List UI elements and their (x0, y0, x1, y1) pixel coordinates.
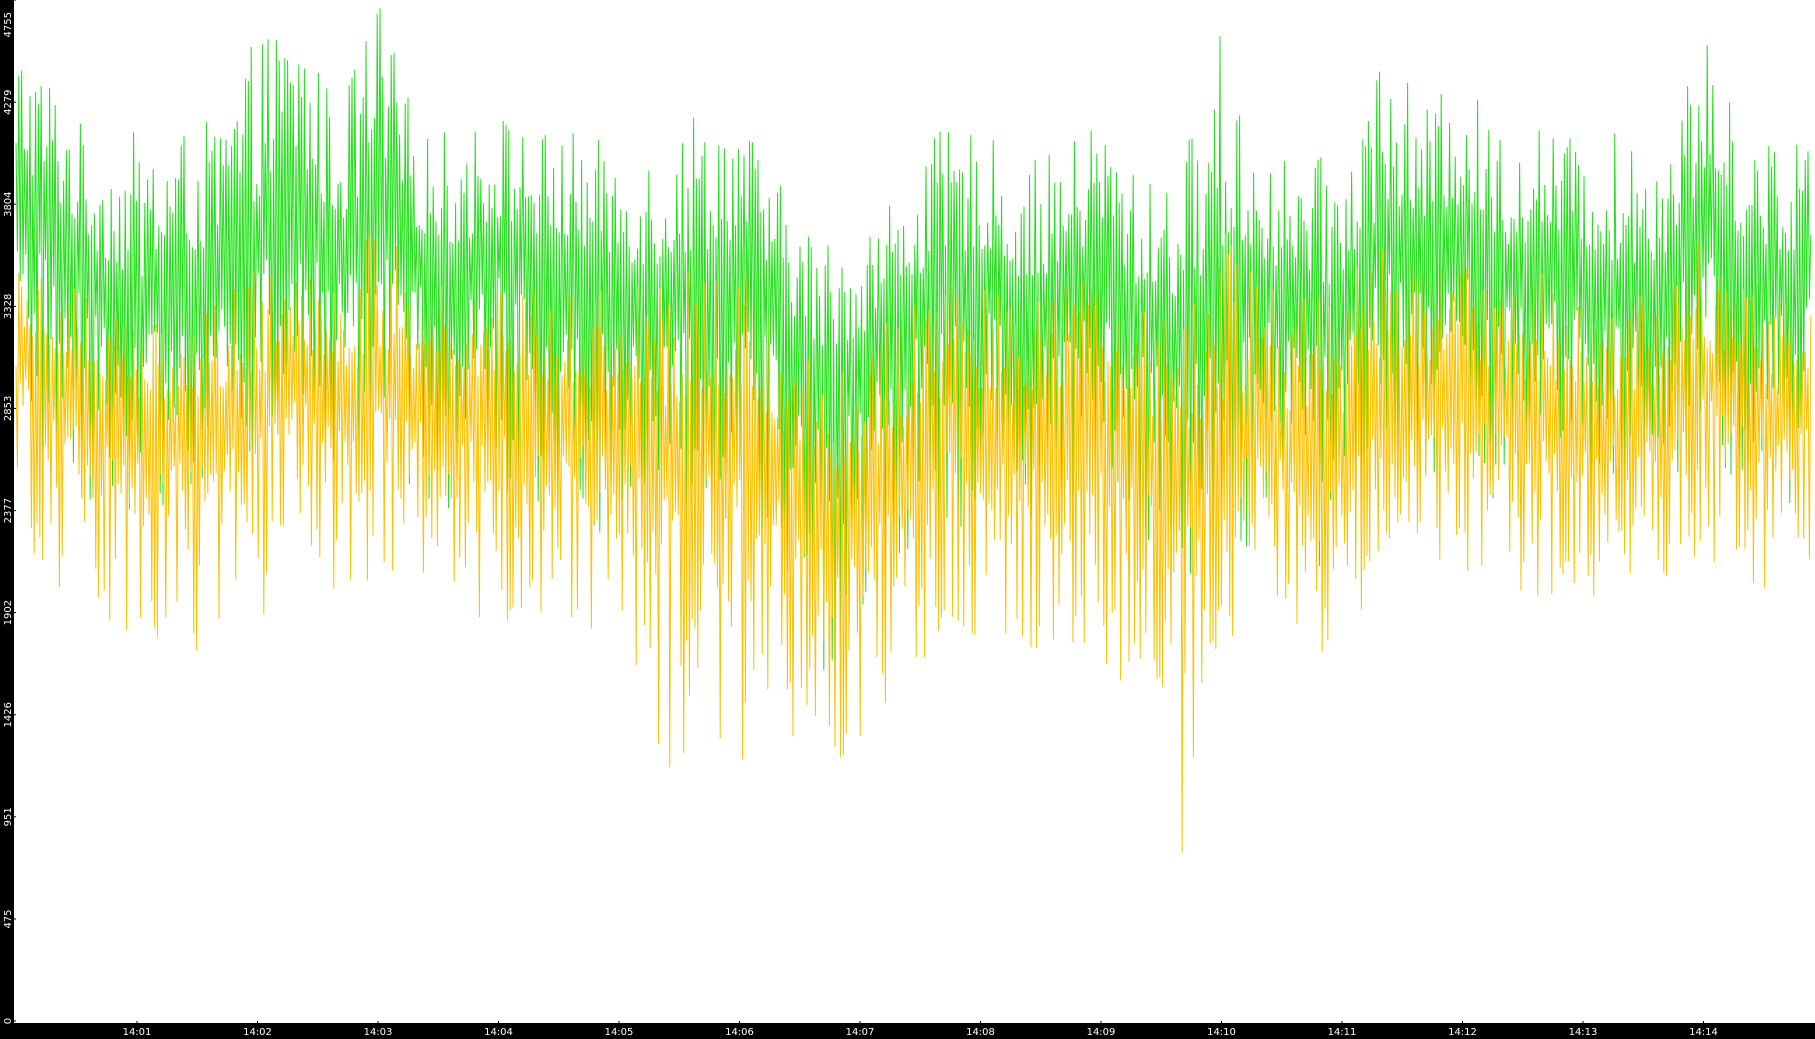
x-tick-label: 14:05 (605, 1027, 634, 1038)
x-tick-label: 14:11 (1328, 1027, 1357, 1038)
y-tick-label: 0 (3, 1018, 14, 1024)
y-tick-label: 3804 (3, 191, 14, 216)
line-chart: 14:01 14:02 14:03 14:04 14:05 14:06 14:07 14:08… (0, 0, 1815, 1039)
x-tick-label: 14:10 (1207, 1027, 1236, 1038)
x-tick-label: 14:13 (1569, 1027, 1598, 1038)
x-axis-band (0, 1023, 1815, 1039)
y-tick-label: 4755 (3, 12, 14, 37)
x-tick-label: 14:09 (1087, 1027, 1116, 1038)
x-tick-label: 14:04 (484, 1027, 513, 1038)
x-tick-label: 14:12 (1448, 1027, 1477, 1038)
x-tick-label: 14:02 (243, 1027, 272, 1038)
y-tick-label: 1426 (3, 702, 14, 727)
y-tick-label: 3328 (3, 294, 14, 319)
y-tick-label: 475 (3, 909, 14, 928)
y-tick-label: 4279 (3, 89, 14, 114)
chart-area: 14:01 14:02 14:03 14:04 14:05 14:06 14:07 14:08… (0, 0, 1815, 1039)
y-tick-label: 2853 (3, 396, 14, 421)
x-tick-label: 14:01 (123, 1027, 152, 1038)
x-tick-label: 14:06 (725, 1027, 754, 1038)
y-tick-label: 1902 (3, 600, 14, 625)
y-tick-label: 2377 (3, 498, 14, 523)
x-tick-label: 14:14 (1689, 1027, 1718, 1038)
y-tick-label: 951 (3, 807, 14, 826)
x-tick-label: 14:03 (364, 1027, 393, 1038)
x-tick-label: 14:07 (846, 1027, 875, 1038)
x-tick-label: 14:08 (966, 1027, 995, 1038)
